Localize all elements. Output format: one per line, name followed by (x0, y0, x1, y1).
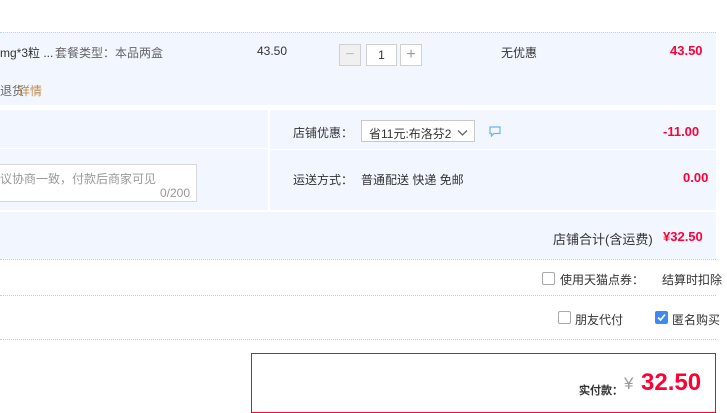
checkout-divider (0, 339, 716, 340)
tmall-points-label: 使用天猫点券： (560, 273, 645, 287)
chevron-down-icon (457, 126, 468, 140)
actual-payment-label: 实付款： (579, 385, 623, 397)
item-discount: 无优惠 (501, 46, 538, 60)
shipping-label: 运送方式： (293, 173, 354, 187)
anonymous-purchase-label: 匿名购买 (672, 313, 721, 327)
actual-payment-currency: ¥ (624, 374, 634, 393)
quantity-input[interactable]: 1 (366, 44, 397, 66)
chat-icon[interactable] (489, 126, 501, 140)
shop-total-value: ¥32.50 (663, 229, 703, 244)
friend-pay-label: 朋友代付 (575, 313, 624, 327)
payment-summary-box: 实付款： ¥ 32.50 (251, 353, 716, 413)
shipping-amount: 0.00 (683, 170, 709, 185)
item-row-top-divider (0, 32, 716, 33)
order-item-row (0, 32, 716, 105)
buyer-message-count: 0/200 (159, 186, 190, 200)
shop-total-divider (0, 259, 716, 260)
quantity-increase-button[interactable]: + (400, 44, 422, 66)
tmall-points-note: 结算时扣除 (662, 273, 723, 287)
options-divider (0, 295, 716, 296)
quantity-decrease-button[interactable]: − (339, 44, 361, 66)
anonymous-purchase-checkbox[interactable] (655, 311, 668, 324)
item-unit-price: 43.50 (257, 44, 288, 58)
shop-promo-value: 省11元:布洛芬2 (369, 127, 452, 141)
item-subtotal: 43.50 (670, 43, 703, 58)
shop-promo-label: 店铺优惠： (293, 126, 354, 140)
shipping-method: 普通配送 快递 免邮 (361, 173, 464, 187)
actual-payment-amount: 32.50 (641, 369, 702, 396)
shop-promo-select[interactable]: 省11元:布洛芬2 (361, 120, 475, 142)
tmall-points-checkbox[interactable] (542, 272, 555, 285)
item-title[interactable]: mg*3粒 ... (0, 44, 53, 61)
service-detail-link[interactable]: 详情 (18, 82, 42, 99)
buyer-message-placeholder: 议协商一致，付款后商家可见 (0, 172, 157, 186)
buyer-message-input[interactable]: 议协商一致，付款后商家可见 0/200 (0, 164, 197, 202)
shop-total-label: 店铺合计(含运费) (553, 232, 653, 247)
shop-promo-amount: -11.00 (663, 124, 700, 139)
friend-pay-checkbox[interactable] (558, 311, 571, 324)
promo-panel-divider (270, 149, 716, 150)
message-panel-divider (0, 148, 268, 149)
item-package-type: 套餐类型：本品两盒 (55, 46, 164, 60)
checkmark-icon (657, 313, 666, 322)
